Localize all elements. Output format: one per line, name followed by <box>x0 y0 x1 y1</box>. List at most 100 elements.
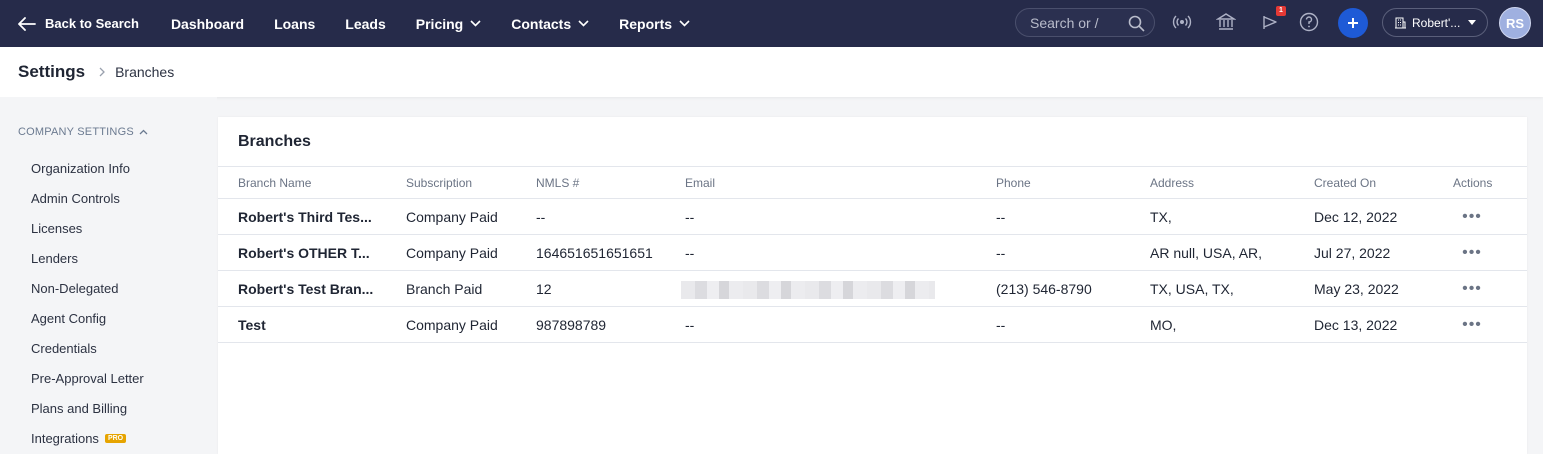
cell-subscription: Company Paid <box>406 209 498 225</box>
cell-address: TX, USA, TX, <box>1150 281 1234 297</box>
breadcrumb-current: Branches <box>115 64 175 80</box>
plus-icon <box>1348 18 1358 28</box>
branches-card: Branches Branch Name Subscription NMLS #… <box>218 117 1527 454</box>
building-icon <box>1395 17 1406 28</box>
table-row[interactable]: Robert's OTHER T... Company Paid 1646516… <box>218 235 1527 271</box>
nav-reports[interactable]: Reports <box>619 16 690 32</box>
row-actions-menu[interactable]: ••• <box>1454 279 1490 299</box>
cell-phone: -- <box>996 245 1006 261</box>
organization-select[interactable]: Robert'... <box>1382 8 1488 37</box>
sidebar-item-label: Plans and Billing <box>31 400 128 416</box>
pro-badge: PRO <box>104 433 127 443</box>
column-header-address: Address <box>1150 176 1195 190</box>
cell-email-redacted <box>681 281 935 299</box>
bank-icon[interactable] <box>1216 12 1236 32</box>
company-settings-section-toggle[interactable]: COMPANY SETTINGS <box>18 126 148 138</box>
search-icon[interactable] <box>1128 15 1145 32</box>
cell-subscription: Company Paid <box>406 245 498 261</box>
cell-subscription: Branch Paid <box>406 281 483 297</box>
column-header-subscription: Subscription <box>406 176 473 190</box>
nav-loans[interactable]: Loans <box>274 16 315 32</box>
cell-created-on: Jul 27, 2022 <box>1314 245 1391 261</box>
table-header: Branch Name Subscription NMLS # Email Ph… <box>218 167 1527 199</box>
cell-branch-name[interactable]: Robert's Test Bran... <box>238 281 383 297</box>
back-to-search-link[interactable]: Back to Search <box>18 16 139 31</box>
cell-subscription: Company Paid <box>406 317 498 333</box>
cell-nmls: -- <box>536 209 546 225</box>
sidebar-item-label: Lenders <box>31 250 78 266</box>
row-actions-menu[interactable]: ••• <box>1454 315 1490 335</box>
nav-reports-label: Reports <box>619 15 673 32</box>
nav-dashboard[interactable]: Dashboard <box>171 16 244 32</box>
cell-branch-name[interactable]: Robert's OTHER T... <box>238 245 383 261</box>
sidebar-item-integrations[interactable]: Integrations PRO <box>31 423 144 453</box>
nav-leads[interactable]: Leads <box>345 16 385 32</box>
sidebar-item-admin-controls[interactable]: Admin Controls <box>31 183 144 213</box>
table-row[interactable]: Test Company Paid 987898789 -- -- MO, De… <box>218 307 1527 343</box>
sidebar-item-lenders[interactable]: Lenders <box>31 243 144 273</box>
sidebar-item-credentials[interactable]: Credentials <box>31 333 144 363</box>
column-header-phone: Phone <box>996 176 1031 190</box>
cell-email: -- <box>685 317 695 333</box>
avatar[interactable]: RS <box>1499 7 1531 39</box>
nav-pricing-label: Pricing <box>415 15 464 32</box>
chevron-up-icon <box>139 129 148 135</box>
sidebar-item-organization-info[interactable]: Organization Info <box>31 153 144 183</box>
main-nav: Dashboard Loans Leads Pricing Contacts R… <box>171 16 720 32</box>
column-header-email: Email <box>685 176 716 190</box>
page-title: Branches <box>238 133 311 150</box>
sidebar-item-licenses[interactable]: Licenses <box>31 213 144 243</box>
row-actions-menu[interactable]: ••• <box>1454 207 1490 227</box>
sidebar-item-plans-and-billing[interactable]: Plans and Billing <box>31 393 144 423</box>
nav-loans-label: Loans <box>274 15 316 32</box>
cell-email: -- <box>685 209 695 225</box>
cell-branch-name[interactable]: Robert's Third Tes... <box>238 209 383 225</box>
cell-nmls: 987898789 <box>536 317 607 333</box>
breadcrumb: Settings Branches <box>0 47 1543 97</box>
help-icon[interactable] <box>1299 12 1319 32</box>
sidebar-item-label: Integrations <box>31 430 99 446</box>
sidebar-item-non-delegated[interactable]: Non-Delegated <box>31 273 144 303</box>
sidebar-item-label: Licenses <box>31 220 83 236</box>
cell-address: TX, <box>1150 209 1172 225</box>
sidebar-list: Organization Info Admin Controls License… <box>31 153 144 453</box>
broadcast-icon[interactable] <box>1172 12 1192 32</box>
cell-created-on: May 23, 2022 <box>1314 281 1399 297</box>
row-actions-menu[interactable]: ••• <box>1454 243 1490 263</box>
chevron-down-icon <box>679 20 690 27</box>
breadcrumb-settings[interactable]: Settings <box>18 62 85 82</box>
sidebar-item-label: Non-Delegated <box>31 280 119 296</box>
sidebar-item-label: Organization Info <box>31 160 131 176</box>
settings-sidebar: COMPANY SETTINGS Organization Info Admin… <box>0 97 217 454</box>
cell-email: -- <box>685 245 695 261</box>
search-input[interactable] <box>1030 14 1122 31</box>
sidebar-item-pre-approval-letter[interactable]: Pre-Approval Letter <box>31 363 144 393</box>
section-title: COMPANY SETTINGS <box>18 126 134 138</box>
sidebar-item-agent-config[interactable]: Agent Config <box>31 303 144 333</box>
nav-leads-label: Leads <box>345 15 386 32</box>
caret-down-icon <box>1468 20 1477 25</box>
top-nav: Back to Search Dashboard Loans Leads Pri… <box>0 0 1543 47</box>
column-header-created-on: Created On <box>1314 176 1377 190</box>
cell-nmls: 164651651651651 <box>536 245 653 261</box>
column-header-actions: Actions <box>1453 176 1493 190</box>
chevron-right-icon <box>99 67 105 77</box>
create-new-button[interactable] <box>1338 8 1368 38</box>
sidebar-item-label: Admin Controls <box>31 190 120 206</box>
nav-contacts[interactable]: Contacts <box>511 16 589 32</box>
sidebar-item-label: Credentials <box>31 340 97 356</box>
search-box[interactable] <box>1015 8 1155 37</box>
nav-pricing[interactable]: Pricing <box>416 16 481 32</box>
notification-badge: 1 <box>1276 6 1286 16</box>
table-row[interactable]: Robert's Test Bran... Branch Paid 12 (21… <box>218 271 1527 307</box>
cell-created-on: Dec 13, 2022 <box>1314 317 1398 333</box>
branches-table: Branch Name Subscription NMLS # Email Ph… <box>218 166 1527 343</box>
chevron-down-icon <box>470 20 481 27</box>
chevron-down-icon <box>578 20 589 27</box>
table-row[interactable]: Robert's Third Tes... Company Paid -- --… <box>218 199 1527 235</box>
cell-phone: (213) 546-8790 <box>996 281 1092 297</box>
back-to-search-label: Back to Search <box>45 16 139 31</box>
cell-branch-name[interactable]: Test <box>238 317 383 333</box>
cell-nmls: 12 <box>536 281 552 297</box>
cell-address: MO, <box>1150 317 1177 333</box>
